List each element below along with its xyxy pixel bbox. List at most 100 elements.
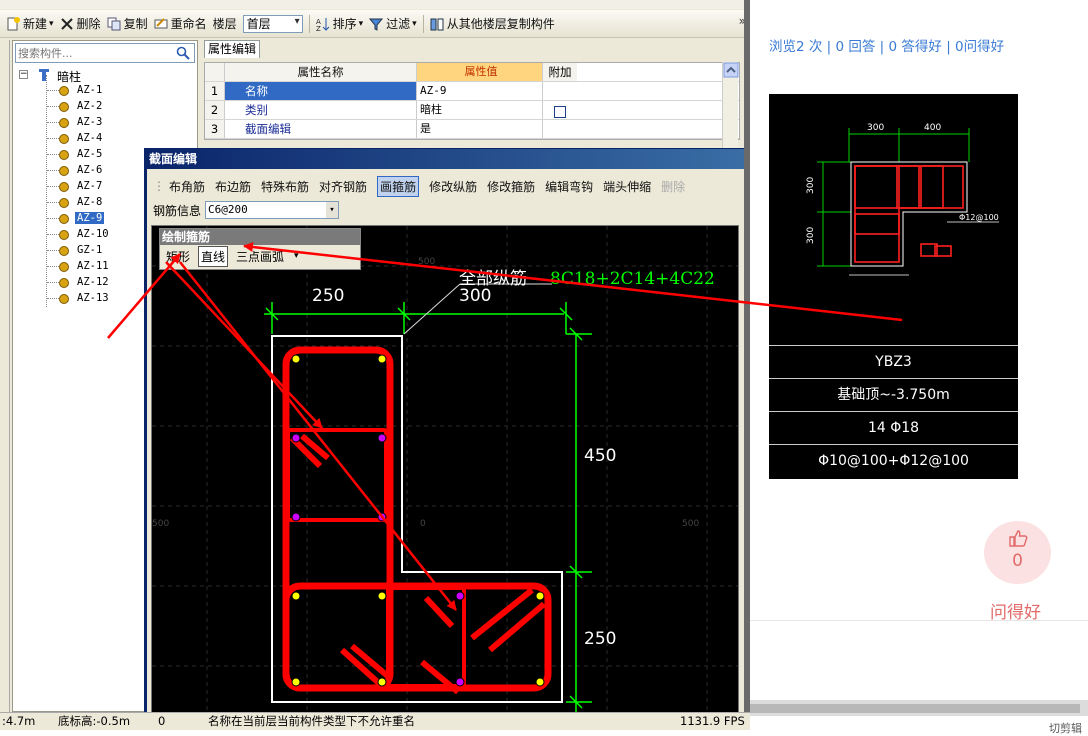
tree-item-label: AZ-3: [77, 116, 103, 128]
clip-button[interactable]: 切剪辑: [1049, 720, 1082, 736]
dimension-label: 250: [312, 286, 344, 306]
rebar-tool-button[interactable]: 删除: [661, 178, 685, 195]
copy-button[interactable]: 复制: [107, 15, 148, 32]
tree-item-label: GZ-1: [77, 244, 103, 256]
extra-checkbox[interactable]: [554, 106, 566, 118]
question-stats: 浏览2 次 | 0 回答 | 0 答得好 | 0问得好: [769, 39, 1005, 55]
draw-mode-arc[interactable]: 三点画弧: [234, 247, 286, 266]
dropdown-arrow-icon: ▾: [49, 18, 54, 29]
dropdown-arrow-icon[interactable]: ▾: [292, 250, 301, 262]
filter-button[interactable]: 过滤 ▾: [369, 15, 417, 32]
rebar-tool-button[interactable]: 对齐钢筋: [319, 178, 367, 195]
drawing-name: YBZ3: [769, 345, 1018, 378]
horizontal-scrollbar[interactable]: [750, 700, 1088, 716]
rebar-info-select[interactable]: C6@200: [205, 201, 340, 219]
draw-mode-line[interactable]: 直线: [198, 245, 229, 267]
status-bar: :4.7m 底标高:-0.5m 0 名称在当前层当前构件类型下不允许重名 113…: [0, 712, 750, 730]
drawing-longitudinal: 14 Φ18: [769, 411, 1018, 444]
toolbar-separator: [308, 14, 310, 33]
new-button[interactable]: 新建 ▾: [6, 15, 54, 32]
rebar-tool-button[interactable]: 布边筋: [215, 178, 251, 195]
scrollbar-thumb[interactable]: [750, 704, 1080, 713]
rebar-tools-toolbar: ⋮ 布角筋 布边筋 特殊布筋 对齐钢筋 画箍筋 修改纵筋 修改箍筋 编辑弯钩 端头伸缩 删除: [153, 175, 695, 197]
tree-item-label: AZ-9: [75, 212, 105, 224]
delete-button[interactable]: 删除: [60, 15, 101, 32]
copy-from-other-floor-button[interactable]: 从其他楼层复制构件: [430, 15, 555, 32]
collapse-icon[interactable]: −: [19, 70, 28, 79]
all-longitudinal-value: 8C18+2C14+4C22: [550, 269, 715, 289]
coord-label: 500: [682, 519, 699, 529]
property-row[interactable]: 3 截面编辑 是: [205, 120, 739, 139]
thumbs-up-icon: [1008, 529, 1028, 550]
rebar-tool-button[interactable]: 修改箍筋: [487, 178, 535, 195]
rebar-tool-button[interactable]: 画箍筋: [377, 175, 420, 197]
tree-item-label: AZ-13: [77, 292, 109, 304]
floor-copy-icon: [430, 17, 444, 31]
property-scrollbar[interactable]: [722, 62, 739, 150]
floor-label: 楼层: [212, 17, 237, 31]
status-base-height: 底标高:-0.5m: [58, 714, 131, 728]
all-longitudinal-label: 全部纵筋: [459, 269, 527, 289]
rename-icon: [154, 17, 168, 31]
divider: [750, 620, 1088, 621]
like-button[interactable]: 0: [984, 521, 1051, 584]
section-drawing-canvas[interactable]: 500 500 0 500 250 300 450 250 全部纵筋 8C18+…: [151, 225, 739, 713]
status-elevation: :4.7m: [2, 714, 36, 728]
tree-root-node[interactable]: − 暗柱: [13, 67, 197, 84]
rebar-tool-button[interactable]: 编辑弯钩: [545, 178, 593, 195]
column-component-icon: [59, 198, 69, 208]
search-icon[interactable]: [176, 46, 190, 63]
column-component-icon: [59, 102, 69, 112]
property-row[interactable]: 2 类别 暗柱: [205, 101, 739, 120]
draw-stirrup-title[interactable]: 绘制箍筋: [160, 229, 360, 245]
draw-stirrup-panel: 绘制箍筋 矩形 直线 三点画弧 ▾: [159, 228, 361, 270]
tree-item[interactable]: AZ-2: [13, 99, 197, 115]
grid-lines: [152, 226, 738, 712]
left-dock-edge: [0, 40, 10, 712]
drawing-dim: 300: [806, 177, 816, 194]
tree-item-label: AZ-2: [77, 100, 103, 112]
hook-marks: [289, 433, 546, 695]
component-toolbar: 新建▾ 删除 复制 重命名 楼层 首层 AZ 排序▾ 过滤▾: [0, 10, 750, 38]
property-header-row: 属性名称 属性值 附加: [205, 63, 739, 82]
search-input[interactable]: [16, 45, 172, 61]
section-drawing[interactable]: 500 500 0 500 250 300 450 250 全部纵筋 8C18+…: [152, 226, 739, 713]
dimension-label: 250: [584, 629, 616, 649]
column-component-icon: [59, 246, 69, 256]
tab-property-edit[interactable]: 属性编辑: [204, 40, 260, 58]
column-component-icon: [59, 166, 69, 176]
property-panel: 属性编辑 属性名称 属性值 附加 1 名称 AZ-9 2 类别 暗柱 3 截面编…: [200, 40, 744, 150]
floor-select[interactable]: 首层: [242, 14, 303, 33]
tree-item[interactable]: AZ-1: [13, 83, 197, 99]
property-row[interactable]: 1 名称 AZ-9: [205, 82, 739, 101]
sort-button[interactable]: AZ 排序 ▾: [316, 15, 364, 33]
dialog-title[interactable]: 截面编辑: [145, 149, 749, 169]
status-count: 0: [158, 714, 166, 728]
rebar-tool-button[interactable]: 特殊布筋: [261, 178, 309, 195]
scroll-up-icon[interactable]: [723, 62, 739, 78]
column-component-icon: [59, 214, 69, 224]
column-component-icon: [59, 294, 69, 304]
cad-app-window: 新建▾ 删除 复制 重命名 楼层 首层 AZ 排序▾ 过滤▾: [0, 0, 750, 730]
leader-line: [403, 283, 461, 335]
header-property-name: 属性名称: [225, 63, 417, 81]
tree-item[interactable]: AZ-4: [13, 131, 197, 147]
coord-label: 500: [152, 519, 169, 529]
dimension-lines: [264, 302, 592, 712]
rebar-tool-button[interactable]: 修改纵筋: [429, 178, 477, 195]
rebar-tool-button[interactable]: 端头伸缩: [603, 178, 651, 195]
attached-drawing-image[interactable]: 300 400 300 300 Φ12@100 YBZ3 基础顶~-3.750m…: [769, 94, 1018, 479]
property-grid: 属性名称 属性值 附加 1 名称 AZ-9 2 类别 暗柱 3 截面编辑 是: [204, 62, 740, 140]
rebar-tool-button[interactable]: 布角筋: [169, 178, 205, 195]
coord-label: 500: [418, 257, 435, 267]
rename-button[interactable]: 重命名: [154, 15, 207, 32]
toolbar-grip-icon[interactable]: ⋮: [153, 179, 165, 193]
column-component-icon: [59, 182, 69, 192]
drawing-sketch: 300 400 300 300 Φ12@100: [806, 123, 999, 276]
draw-mode-rectangle[interactable]: 矩形: [164, 247, 192, 266]
column-component-icon: [59, 230, 69, 240]
tree-item[interactable]: AZ-3: [13, 115, 197, 131]
drawing-dim: 400: [924, 123, 941, 133]
rebar-info-label: 钢筋信息: [153, 203, 202, 218]
column-component-icon: [59, 86, 69, 96]
